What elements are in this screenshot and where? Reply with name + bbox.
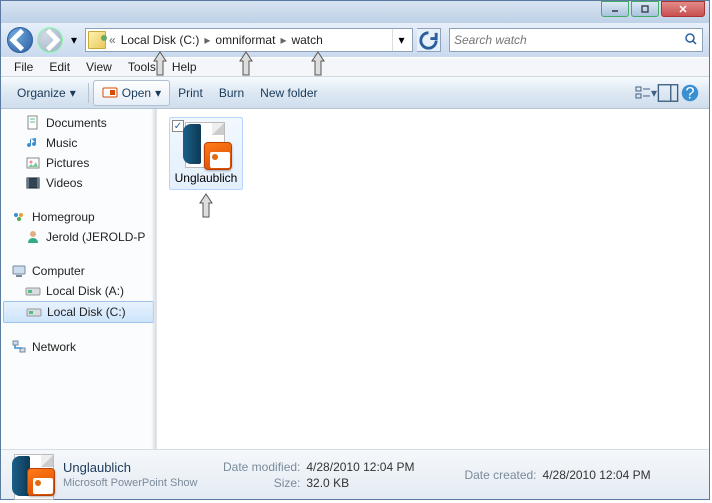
open-button[interactable]: Open ▾ [93, 80, 170, 106]
menu-file[interactable]: File [7, 58, 40, 76]
modified-label: Date modified: [223, 460, 300, 474]
address-bar[interactable]: « Local Disk (C:) ▸ omniformat ▸ watch ▾ [85, 28, 413, 52]
music-icon [25, 135, 41, 151]
sidebar-item-videos[interactable]: Videos [1, 173, 156, 193]
refresh-button[interactable] [417, 28, 441, 52]
close-button[interactable] [661, 1, 705, 17]
history-dropdown[interactable]: ▾ [67, 33, 81, 47]
sidebar-item-documents[interactable]: Documents [1, 113, 156, 133]
created-label: Date created: [464, 468, 536, 482]
modified-value: 4/28/2010 12:04 PM [306, 460, 414, 474]
search-icon[interactable] [684, 32, 698, 49]
menu-edit[interactable]: Edit [42, 58, 77, 76]
videos-icon [25, 175, 41, 191]
details-type: Microsoft PowerPoint Show [63, 477, 213, 489]
sidebar-item-pictures[interactable]: Pictures [1, 153, 156, 173]
pane-resize-handle[interactable] [151, 109, 156, 449]
forward-button[interactable] [37, 27, 63, 53]
menubar: File Edit View Tools Help [1, 57, 709, 77]
print-button[interactable]: Print [170, 82, 211, 104]
explorer-window: ▾ « Local Disk (C:) ▸ omniformat ▸ watch… [0, 0, 710, 500]
details-title: Unglaublich [63, 460, 213, 475]
navbar: ▾ « Local Disk (C:) ▸ omniformat ▸ watch… [1, 23, 709, 57]
maximize-button[interactable] [631, 1, 659, 17]
new-folder-button[interactable]: New folder [252, 82, 325, 104]
size-label: Size: [223, 476, 300, 490]
help-button[interactable]: ? [679, 82, 701, 104]
computer-icon [11, 263, 27, 279]
preview-pane-button[interactable] [657, 82, 679, 104]
drive-icon [25, 283, 41, 299]
address-dropdown[interactable]: ▾ [392, 29, 410, 51]
menu-help[interactable]: Help [165, 58, 204, 76]
minimize-button[interactable] [601, 1, 629, 17]
user-icon [25, 229, 41, 245]
crumb-2[interactable]: watch [289, 33, 324, 47]
burn-button[interactable]: Burn [211, 82, 252, 104]
view-options-button[interactable]: ▾ [635, 82, 657, 104]
file-name: Unglaublich [175, 172, 238, 185]
crumb-0[interactable]: Local Disk (C:) [119, 33, 202, 47]
svg-text:?: ? [685, 84, 694, 102]
search-box[interactable] [449, 28, 703, 52]
command-bar: Organize ▾ Open ▾ Print Burn New folder … [1, 77, 709, 109]
sidebar-item-homegroup-user[interactable]: Jerold (JEROLD-P [1, 227, 156, 247]
sidebar-item-homegroup[interactable]: Homegroup [1, 207, 156, 227]
overflow-chevron[interactable]: « [108, 33, 117, 47]
sidebar-item-disk-a[interactable]: Local Disk (A:) [1, 281, 156, 301]
details-pane: Unglaublich Microsoft PowerPoint Show Da… [1, 449, 709, 499]
presentation-icon [102, 85, 118, 101]
homegroup-icon [11, 209, 27, 225]
pictures-icon [25, 155, 41, 171]
folder-icon [88, 31, 106, 49]
drive-icon [26, 304, 42, 320]
organize-button[interactable]: Organize ▾ [9, 82, 84, 104]
sidebar-item-network[interactable]: Network [1, 337, 156, 357]
file-item[interactable]: ✓ Unglaublich [169, 117, 243, 190]
navigation-pane: Documents Music Pictures Videos Homegrou… [1, 109, 157, 449]
network-icon [11, 339, 27, 355]
chevron-right-icon[interactable]: ▸ [279, 33, 287, 47]
presentation-file-icon [182, 122, 230, 170]
file-list-pane[interactable]: ✓ Unglaublich [157, 109, 709, 449]
sidebar-item-computer[interactable]: Computer [1, 261, 156, 281]
size-value: 32.0 KB [306, 476, 414, 490]
menu-tools[interactable]: Tools [121, 58, 163, 76]
chevron-right-icon[interactable]: ▸ [203, 33, 211, 47]
sidebar-item-music[interactable]: Music [1, 133, 156, 153]
crumb-1[interactable]: omniformat [213, 33, 277, 47]
document-icon [25, 115, 41, 131]
menu-view[interactable]: View [79, 58, 119, 76]
created-value: 4/28/2010 12:04 PM [543, 468, 651, 482]
sidebar-item-disk-c[interactable]: Local Disk (C:) [3, 301, 154, 323]
back-button[interactable] [7, 27, 33, 53]
annotation-arrow [197, 193, 215, 219]
presentation-file-icon [11, 454, 53, 496]
titlebar [1, 1, 709, 23]
search-input[interactable] [454, 33, 684, 47]
